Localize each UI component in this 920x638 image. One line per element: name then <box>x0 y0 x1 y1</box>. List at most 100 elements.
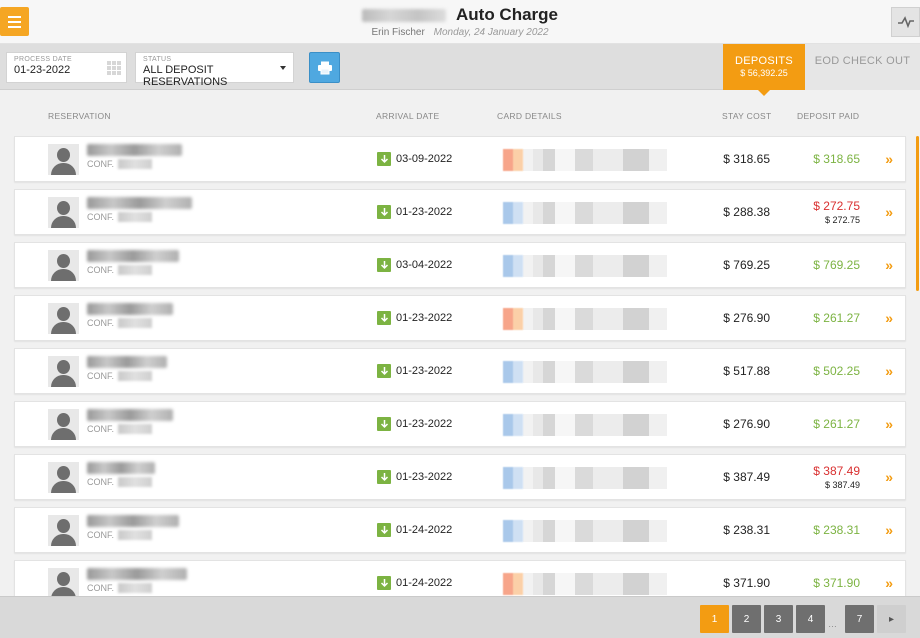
confirmation-number: CONF. <box>87 265 152 275</box>
card-details-redacted <box>503 361 667 383</box>
arrival-date-value: 01-24-2022 <box>396 524 453 536</box>
user-name: Erin Fischer <box>371 27 425 38</box>
table-row[interactable]: CONF. 01-23-2022 $ 288.38 $ 272.75 $ 272… <box>14 189 906 235</box>
column-header-card: CARD DETAILS <box>497 111 562 121</box>
column-header-reservation: RESERVATION <box>48 111 111 121</box>
confirmation-number: CONF. <box>87 583 152 593</box>
guest-name-redacted <box>87 515 179 527</box>
print-button[interactable] <box>309 52 340 83</box>
arrival-date-value: 01-23-2022 <box>396 312 453 324</box>
table-row[interactable]: CONF. 03-04-2022 $ 769.25 $ 769.25 » <box>14 242 906 288</box>
deposit-paid: $ 769.25 <box>813 258 860 272</box>
stay-cost: $ 517.88 <box>723 364 770 378</box>
deposit-paid-value: $ 502.25 <box>813 364 860 378</box>
tab-deposits[interactable]: DEPOSITS $ 56,392.25 <box>723 44 805 96</box>
guest-name-redacted <box>87 356 167 368</box>
card-details-redacted <box>503 308 667 330</box>
deposit-paid: $ 272.75 $ 272.75 <box>813 199 860 225</box>
status-select[interactable]: STATUS ALL DEPOSIT RESERVATIONS <box>135 52 294 88</box>
guest-name-redacted <box>87 409 173 421</box>
page-3-button[interactable]: 3 <box>764 605 793 633</box>
stay-cost: $ 371.90 <box>723 576 770 590</box>
page-1-button[interactable]: 1 <box>700 605 729 633</box>
process-date-field[interactable]: PROCESS DATE 01-23-2022 <box>6 52 127 83</box>
chevron-right-icon: ▸ <box>888 613 895 625</box>
table-row[interactable]: CONF. 01-23-2022 $ 276.90 $ 261.27 » <box>14 295 906 341</box>
guest-name-redacted <box>87 197 192 209</box>
stay-cost: $ 276.90 <box>723 417 770 431</box>
double-chevron-right-icon[interactable]: » <box>885 416 893 432</box>
deposit-paid-value: $ 769.25 <box>813 258 860 272</box>
double-chevron-right-icon[interactable]: » <box>885 204 893 220</box>
deposit-paid-value: $ 387.49 <box>813 464 860 478</box>
table-row[interactable]: CONF. 01-23-2022 $ 517.88 $ 502.25 » <box>14 348 906 394</box>
arrival-date-value: 03-04-2022 <box>396 259 453 271</box>
conf-label: CONF. <box>87 424 114 434</box>
stay-cost: $ 318.65 <box>723 152 770 166</box>
page-2-button[interactable]: 2 <box>732 605 761 633</box>
avatar <box>48 462 79 493</box>
status-label: STATUS <box>143 56 172 63</box>
double-chevron-right-icon[interactable]: » <box>885 469 893 485</box>
filter-bar: PROCESS DATE 01-23-2022 STATUS ALL DEPOS… <box>0 44 920 96</box>
page-last-button[interactable]: 7 <box>845 605 874 633</box>
conf-label: CONF. <box>87 265 114 275</box>
double-chevron-right-icon[interactable]: » <box>885 310 893 326</box>
page-title: Auto Charge <box>456 5 558 24</box>
deposit-paid: $ 387.49 $ 387.49 <box>813 464 860 490</box>
stay-cost: $ 238.31 <box>723 523 770 537</box>
arrival-date: 01-23-2022 <box>377 364 452 378</box>
confirmation-number: CONF. <box>87 159 152 169</box>
deposit-paid-value: $ 238.31 <box>813 523 860 537</box>
tab-eod-check-out[interactable]: EOD CHECK OUT <box>805 44 920 90</box>
arrival-date-value: 03-09-2022 <box>396 153 453 165</box>
reservation-list: CONF. 03-09-2022 $ 318.65 $ 318.65 » CON… <box>14 136 906 613</box>
arrow-down-icon <box>377 576 391 590</box>
deposit-paid-sub: $ 387.49 <box>824 480 860 490</box>
arrival-date-value: 01-23-2022 <box>396 206 453 218</box>
chevron-down-icon <box>280 66 286 70</box>
double-chevron-right-icon[interactable]: » <box>885 257 893 273</box>
conf-label: CONF. <box>87 477 114 487</box>
table-row[interactable]: CONF. 01-23-2022 $ 387.49 $ 387.49 $ 387… <box>14 454 906 500</box>
card-brand-icon <box>503 255 523 277</box>
double-chevron-right-icon[interactable]: » <box>885 363 893 379</box>
arrival-date: 01-23-2022 <box>377 311 452 325</box>
page-ellipsis: … <box>828 619 837 629</box>
scrollbar[interactable] <box>916 136 919 596</box>
card-details-redacted <box>503 149 667 171</box>
calendar-icon[interactable] <box>107 61 121 75</box>
double-chevron-right-icon[interactable]: » <box>885 522 893 538</box>
table-row[interactable]: CONF. 01-24-2022 $ 238.31 $ 238.31 » <box>14 507 906 553</box>
deposit-paid: $ 502.25 <box>813 364 860 378</box>
activity-icon <box>897 16 914 28</box>
avatar <box>48 515 79 546</box>
conf-label: CONF. <box>87 371 114 381</box>
process-date-value: 01-23-2022 <box>14 64 71 76</box>
card-brand-icon <box>503 414 523 436</box>
card-brand-icon <box>503 361 523 383</box>
arrival-date: 03-04-2022 <box>377 258 452 272</box>
activity-button[interactable] <box>891 7 920 37</box>
deposit-paid: $ 261.27 <box>813 311 860 325</box>
arrival-date-value: 01-23-2022 <box>396 418 453 430</box>
deposits-total: $ 56,392.25 <box>740 68 788 78</box>
deposits-tab-label: DEPOSITS <box>734 55 794 67</box>
card-details-redacted <box>503 202 667 224</box>
deposit-paid: $ 238.31 <box>813 523 860 537</box>
arrow-down-icon <box>377 258 391 272</box>
next-page-button[interactable]: ▸ <box>877 605 906 633</box>
conf-number-redacted <box>118 371 152 381</box>
double-chevron-right-icon[interactable]: » <box>885 575 893 591</box>
guest-name-redacted <box>87 144 182 156</box>
avatar <box>48 144 79 175</box>
table-row[interactable]: CONF. 03-09-2022 $ 318.65 $ 318.65 » <box>14 136 906 182</box>
page-4-button[interactable]: 4 <box>796 605 825 633</box>
card-brand-icon <box>503 202 523 224</box>
double-chevron-right-icon[interactable]: » <box>885 151 893 167</box>
scrollbar-thumb[interactable] <box>916 136 919 291</box>
stay-cost: $ 276.90 <box>723 311 770 325</box>
table-row[interactable]: CONF. 01-23-2022 $ 276.90 $ 261.27 » <box>14 401 906 447</box>
status-value: ALL DEPOSIT RESERVATIONS <box>143 64 228 88</box>
conf-label: CONF. <box>87 583 114 593</box>
